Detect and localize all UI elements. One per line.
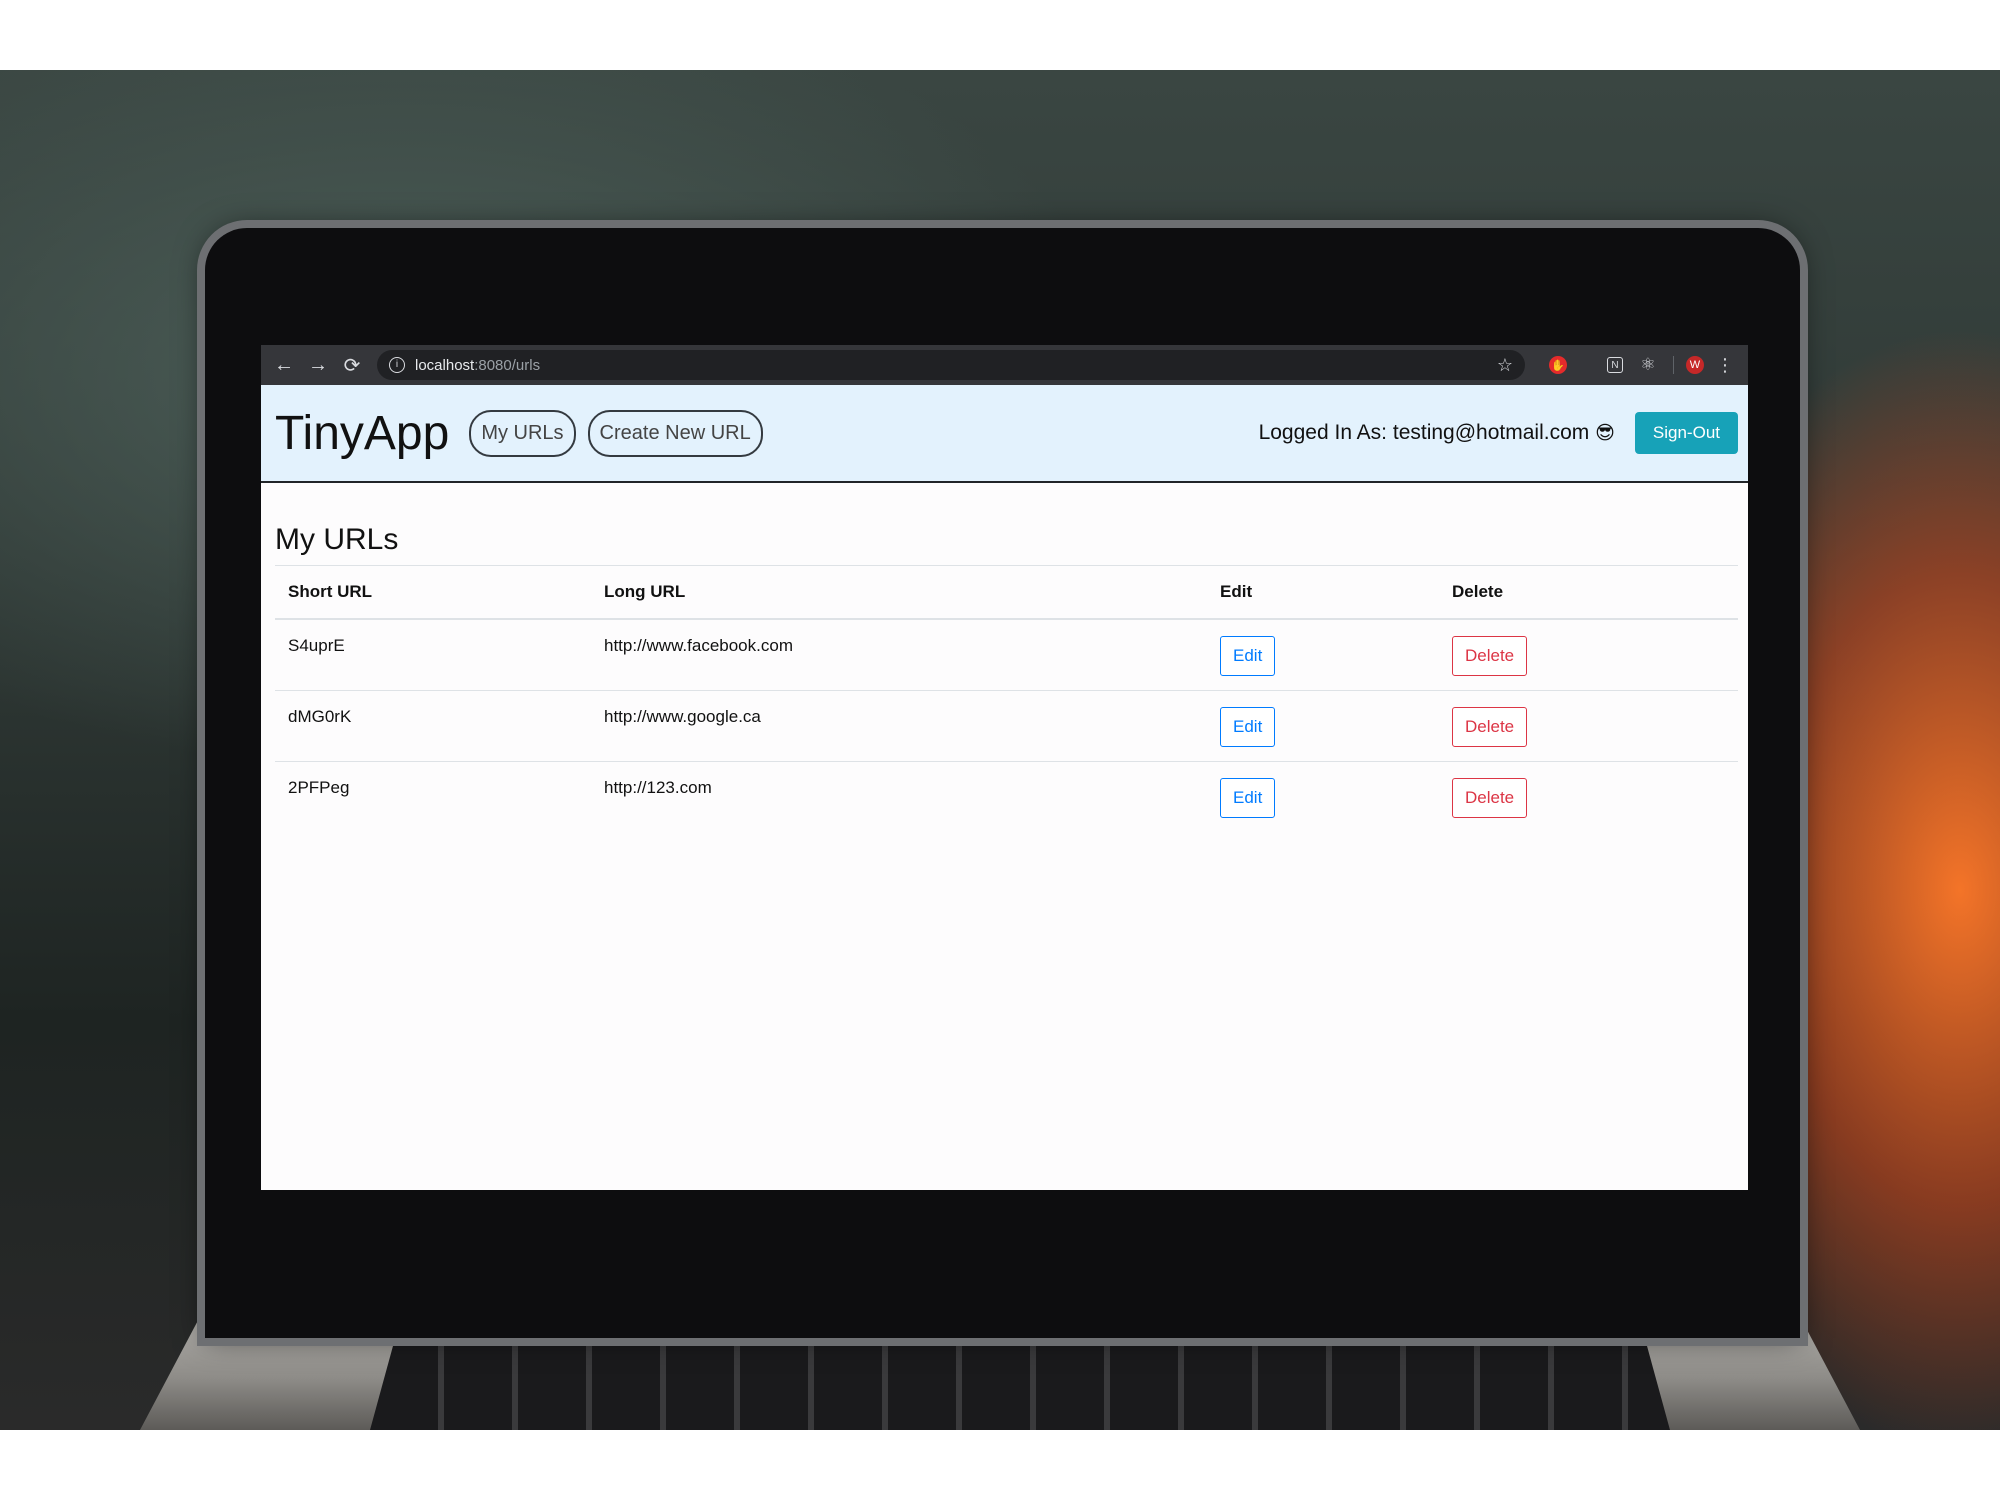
page-title: My URLs — [275, 523, 399, 556]
short-url-cell[interactable]: S4uprE — [275, 619, 591, 691]
short-url-cell[interactable]: dMG0rK — [275, 690, 591, 762]
table-row: dMG0rK http://www.google.ca Edit Delete — [275, 690, 1738, 762]
address-bar[interactable]: i localhost:8080/urls ☆ — [377, 350, 1525, 380]
sign-out-button[interactable]: Sign-Out — [1634, 412, 1738, 454]
main-content: My URLs Short URL Long URL Edit Delete S… — [261, 483, 1748, 832]
browser-menu-icon[interactable]: ⋮ — [1716, 355, 1734, 375]
adblock-extension-icon[interactable]: ✋ — [1549, 356, 1567, 374]
sunglasses-emoji-icon: 😎 — [1595, 423, 1615, 444]
logged-in-status: Logged In As: testing@hotmail.com 😎 — [1259, 421, 1615, 445]
long-url-cell[interactable]: http://www.google.ca — [591, 690, 1207, 762]
laptop-screen: ← → ⟳ i localhost:8080/urls ☆ ✋ N ⚛ W ⋮ … — [261, 345, 1748, 1190]
column-header-edit: Edit — [1207, 565, 1439, 620]
nav-my-urls[interactable]: My URLs — [469, 409, 576, 457]
delete-button[interactable]: Delete — [1452, 636, 1528, 676]
logged-in-label: Logged In As: testing@hotmail.com — [1258, 421, 1590, 444]
edit-button[interactable]: Edit — [1220, 778, 1276, 818]
info-icon[interactable]: i — [389, 357, 405, 373]
url-path: :8080/urls — [474, 356, 541, 374]
edit-button[interactable]: Edit — [1220, 707, 1276, 747]
reload-icon[interactable]: ⟳ — [335, 348, 369, 382]
table-row: S4uprE http://www.facebook.com Edit Dele… — [275, 619, 1738, 691]
edit-button[interactable]: Edit — [1220, 636, 1276, 676]
bookmark-star-icon[interactable]: ☆ — [1497, 355, 1513, 376]
back-icon[interactable]: ← — [267, 348, 301, 382]
table-header-row: Short URL Long URL Edit Delete — [275, 565, 1738, 620]
column-header-short-url: Short URL — [275, 565, 591, 620]
long-url-cell[interactable]: http://www.facebook.com — [591, 619, 1207, 691]
app-navbar: TinyApp My URLs Create New URL Logged In… — [261, 385, 1748, 483]
column-header-long-url: Long URL — [591, 565, 1207, 620]
delete-button[interactable]: Delete — [1452, 778, 1528, 818]
nav-create-new-url[interactable]: Create New URL — [587, 409, 763, 457]
urls-table: Short URL Long URL Edit Delete S4uprE ht… — [275, 565, 1738, 832]
laptop-keyboard — [370, 1335, 1670, 1430]
edit-cell: Edit — [1207, 690, 1439, 762]
short-url-cell[interactable]: 2PFPeg — [275, 761, 591, 832]
edit-cell: Edit — [1207, 619, 1439, 691]
toolbar-divider — [1673, 356, 1674, 374]
notion-extension-icon[interactable]: N — [1607, 357, 1623, 373]
column-header-delete: Delete — [1439, 565, 1738, 620]
long-url-cell[interactable]: http://123.com — [591, 761, 1207, 832]
table-row: 2PFPeg http://123.com Edit Delete — [275, 761, 1738, 832]
react-devtools-icon[interactable]: ⚛ — [1639, 355, 1657, 374]
delete-cell: Delete — [1439, 690, 1738, 762]
delete-cell: Delete — [1439, 619, 1738, 691]
brand-logo[interactable]: TinyApp — [275, 406, 449, 461]
delete-cell: Delete — [1439, 761, 1738, 832]
browser-toolbar: ← → ⟳ i localhost:8080/urls ☆ ✋ N ⚛ W ⋮ — [261, 345, 1748, 385]
url-host: localhost — [415, 356, 475, 374]
profile-avatar[interactable]: W — [1686, 356, 1704, 374]
forward-icon[interactable]: → — [301, 348, 335, 382]
delete-button[interactable]: Delete — [1452, 707, 1528, 747]
edit-cell: Edit — [1207, 761, 1439, 832]
